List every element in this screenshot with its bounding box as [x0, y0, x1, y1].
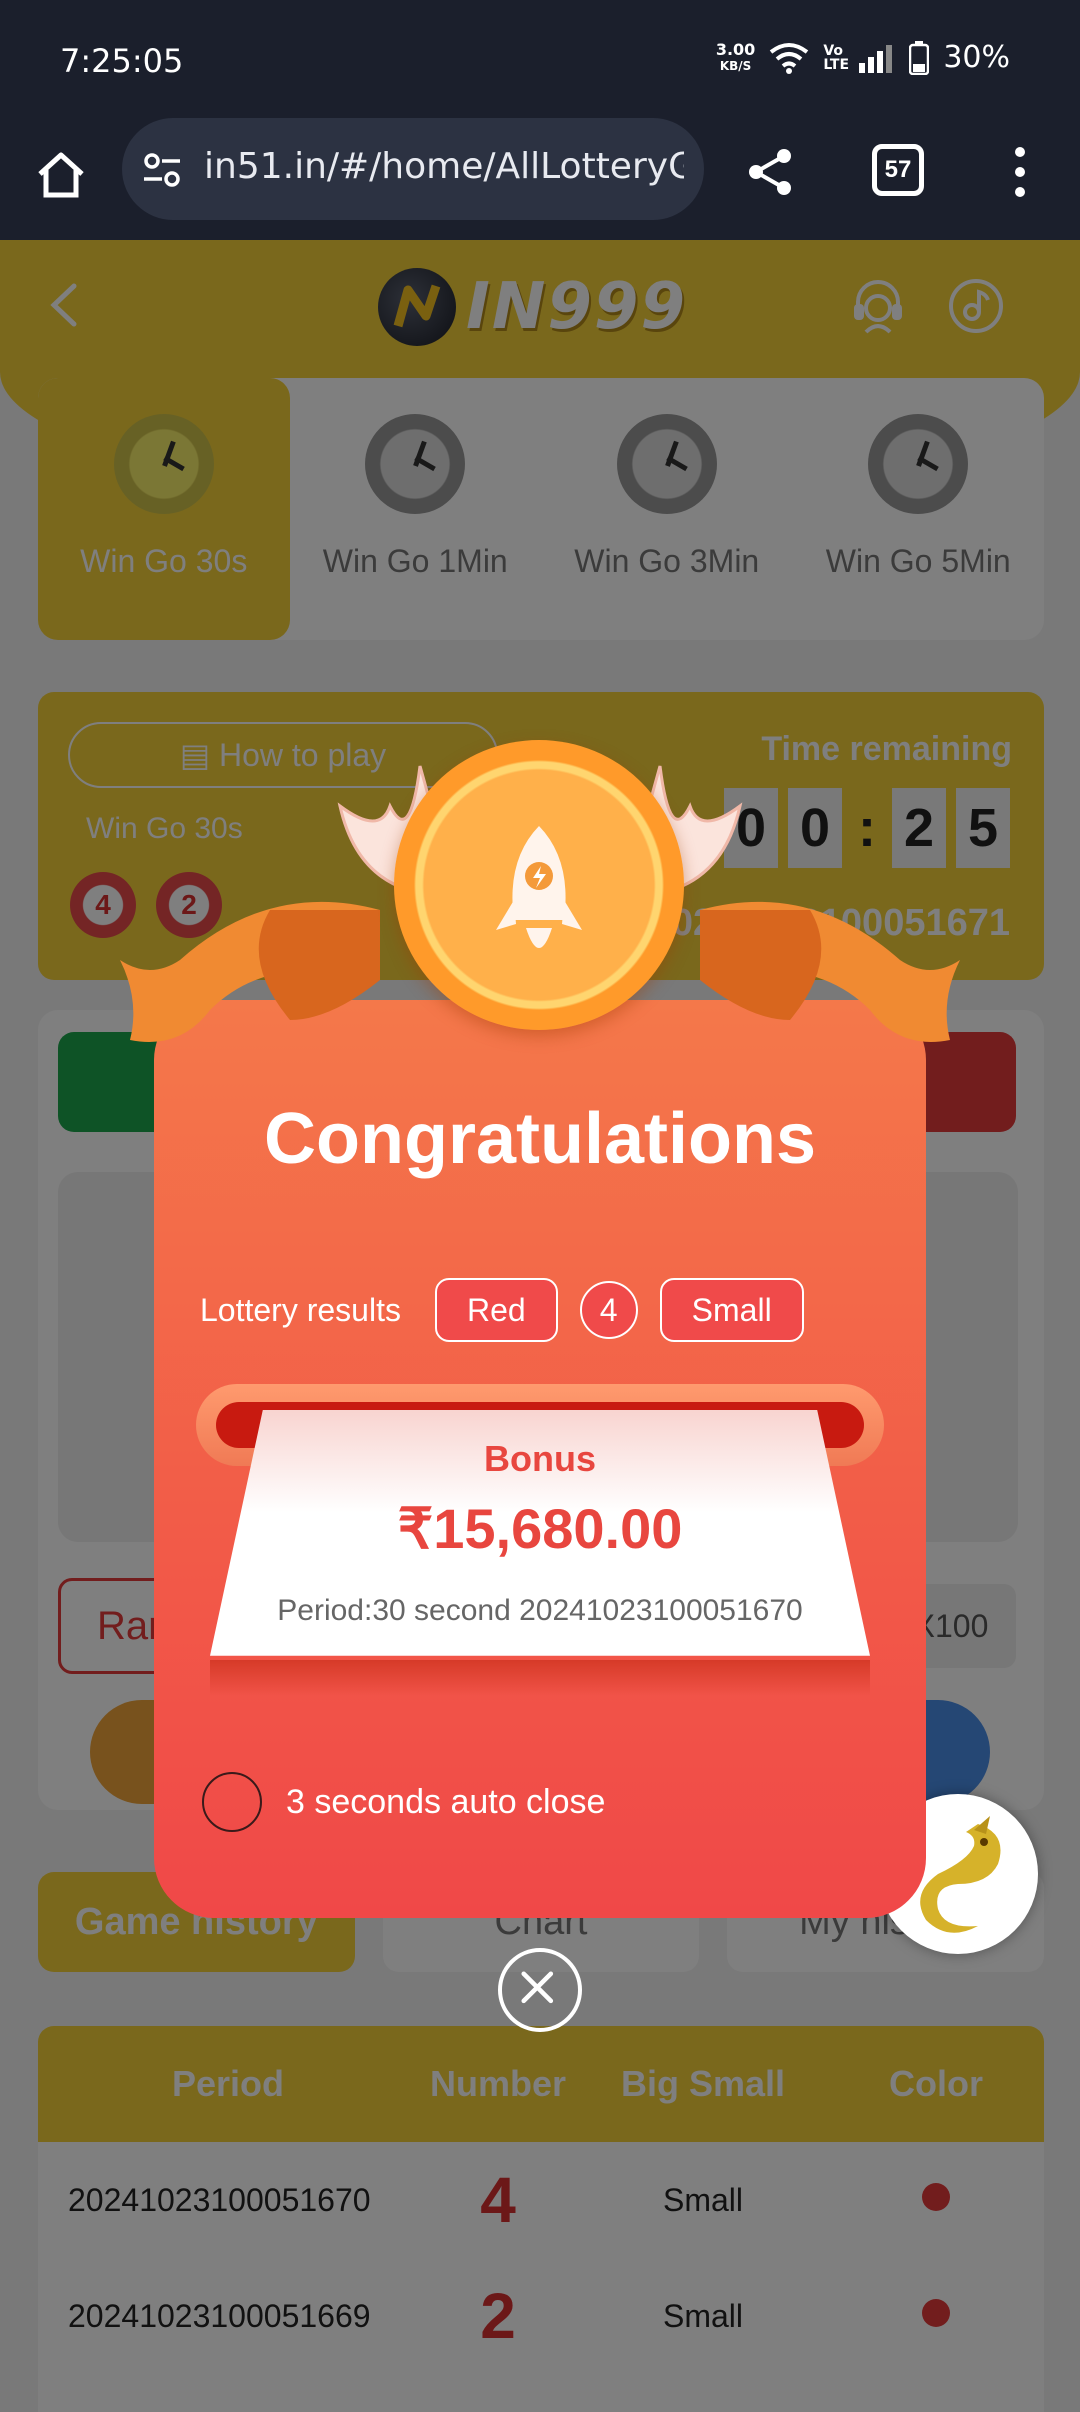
status-icons: 3.00 KB/S Vo LTE 30% — [716, 40, 1010, 75]
lottery-results-row: Lottery results Red 4 Small — [200, 1278, 804, 1342]
battery-icon — [909, 40, 930, 75]
network-speed: 3.00 KB/S — [715, 39, 756, 73]
bonus-period: Period:30 second 20241023100051670 — [277, 1594, 803, 1627]
more-menu-icon[interactable] — [1002, 144, 1038, 200]
paper-shadow — [210, 1660, 870, 1696]
close-icon[interactable] — [498, 1948, 582, 2032]
address-bar[interactable]: in51.in/#/home/AllLotteryGames — [122, 118, 704, 220]
site-settings-icon[interactable] — [142, 150, 182, 190]
share-icon[interactable] — [742, 144, 798, 200]
modal-title: Congratulations — [264, 1099, 816, 1179]
rocket-icon — [496, 826, 582, 948]
battery-percent: 30% — [943, 40, 1010, 75]
signal-icon — [859, 44, 893, 73]
right-ribbon-icon — [700, 901, 960, 1042]
auto-close-label: 3 seconds auto close — [286, 1782, 606, 1821]
wifi-icon — [770, 42, 809, 74]
url-text: in51.in/#/home/AllLotteryGames — [204, 146, 684, 187]
bonus-amount: ₹15,680.00 — [397, 1497, 683, 1560]
auto-close-option[interactable]: 3 seconds auto close — [202, 1772, 605, 1832]
tab-switcher-button[interactable]: 57 — [872, 144, 924, 196]
clock-time: 7:25:05 — [60, 42, 184, 80]
result-color-badge: Red — [434, 1278, 558, 1342]
volte-icon: Vo LTE — [823, 42, 850, 73]
left-ribbon-icon — [120, 901, 380, 1042]
lottery-results-label: Lottery results — [200, 1291, 401, 1328]
bonus-label: Bonus — [484, 1438, 596, 1479]
browser-toolbar: in51.in/#/home/AllLotteryGames 57 — [0, 118, 1080, 240]
auto-close-checkbox[interactable] — [202, 1772, 262, 1832]
result-number-badge: 4 — [579, 1281, 638, 1339]
result-size-badge: Small — [659, 1278, 804, 1342]
home-icon[interactable] — [34, 148, 88, 202]
status-bar: 7:25:05 3.00 KB/S Vo LTE 30% — [0, 0, 1080, 118]
